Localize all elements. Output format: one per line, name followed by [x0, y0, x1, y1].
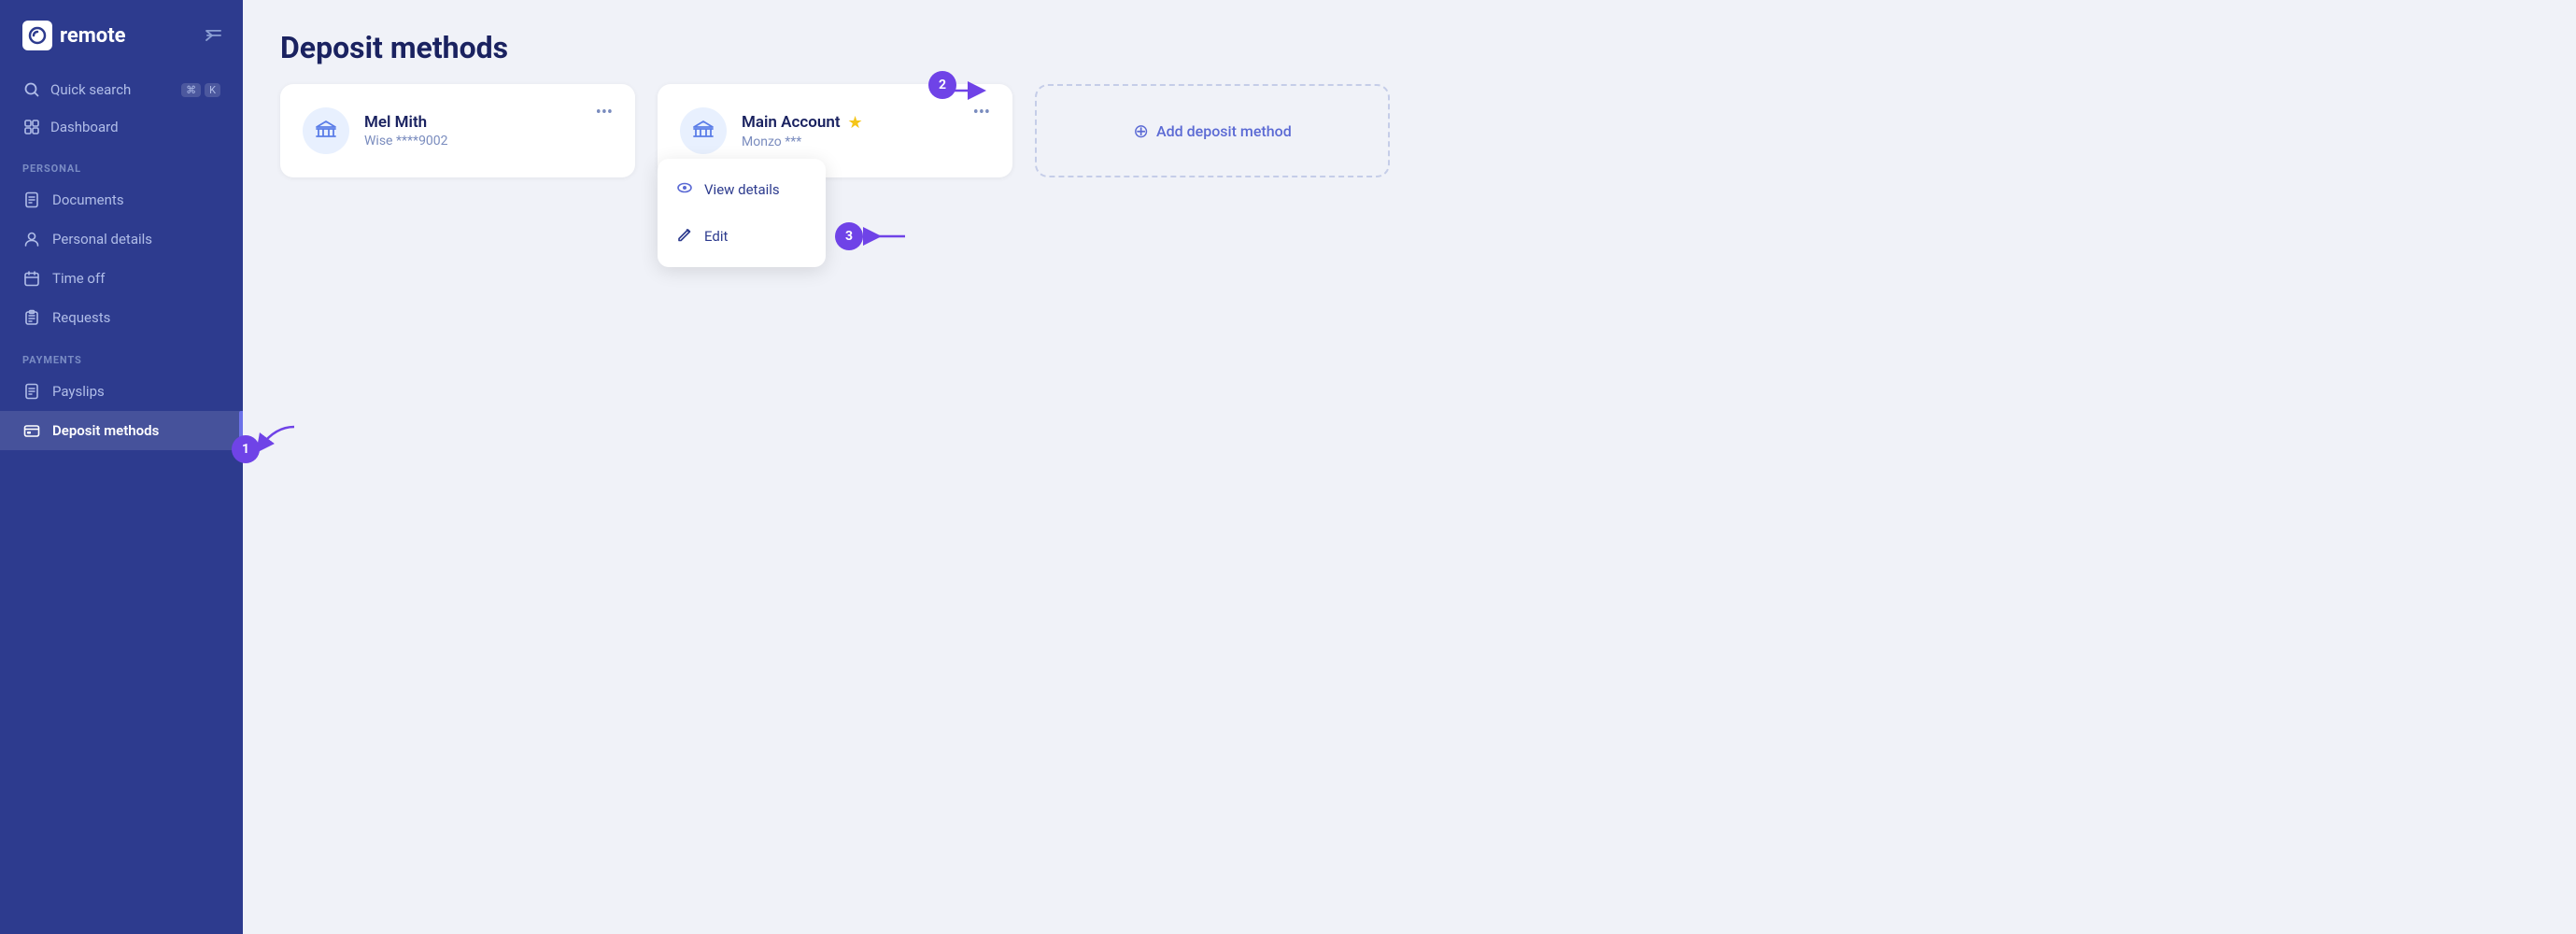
star-icon: ★: [848, 113, 863, 133]
sidebar: remote Quick search ⌘ K: [0, 0, 243, 934]
payments-section-label: PAYMENTS: [0, 337, 243, 372]
cmd-key: ⌘: [181, 83, 201, 97]
sidebar-item-payslips[interactable]: Payslips: [0, 372, 243, 411]
edit-icon: [676, 226, 693, 247]
dashboard-label: Dashboard: [50, 119, 119, 135]
sidebar-item-requests[interactable]: Requests: [0, 298, 243, 337]
add-deposit-method-card[interactable]: ⊕ Add deposit method: [1035, 84, 1390, 177]
personal-section-label: PERSONAL: [0, 146, 243, 180]
dashboard-icon: [22, 118, 41, 136]
view-details-button[interactable]: View details: [658, 166, 826, 213]
mel-mith-sub: Wise ****9002: [364, 134, 613, 149]
main-account-info: Main Account ★ Monzo ***: [742, 113, 990, 149]
collapse-sidebar-button[interactable]: [204, 25, 224, 46]
payslips-icon: [22, 382, 41, 401]
add-deposit-label: ⊕ Add deposit method: [1133, 120, 1291, 142]
logo-label: remote: [60, 24, 126, 48]
search-shortcut: ⌘ K: [181, 83, 220, 97]
clipboard-icon: [22, 308, 41, 327]
bank-icon-mel-mith: [303, 107, 349, 154]
payslips-label: Payslips: [52, 383, 105, 400]
annotation-3-arrow: [858, 225, 914, 248]
time-off-label: Time off: [52, 270, 105, 287]
app-logo: remote: [22, 21, 126, 50]
main-account-more-button[interactable]: •••: [966, 99, 998, 126]
sidebar-item-personal-details[interactable]: Personal details: [0, 219, 243, 259]
deposit-card-mel-mith: Mel Mith Wise ****9002 •••: [280, 84, 635, 177]
annotation-1-arrow: [248, 422, 304, 460]
search-icon: [22, 80, 41, 99]
cards-area: Mel Mith Wise ****9002 ••• Main Account …: [243, 84, 2576, 177]
sidebar-item-deposit-methods[interactable]: Deposit methods 1: [0, 411, 243, 450]
sidebar-item-documents[interactable]: Documents: [0, 180, 243, 219]
deposit-dropdown-menu: View details Edit 3: [658, 159, 826, 267]
person-icon: [22, 230, 41, 248]
mel-mith-more-button[interactable]: •••: [588, 99, 620, 126]
calendar-icon: [22, 269, 41, 288]
bank-icon-main-account: [680, 107, 727, 154]
main-account-card-wrap: Main Account ★ Monzo *** ••• 2: [658, 84, 1012, 177]
sidebar-logo-area: remote: [0, 0, 243, 71]
edit-button[interactable]: Edit 3: [658, 213, 826, 260]
view-details-label: View details: [704, 181, 780, 198]
quick-search-label: Quick search: [50, 81, 131, 98]
page-title: Deposit methods: [280, 30, 2539, 65]
requests-label: Requests: [52, 309, 110, 326]
main-account-sub: Monzo ***: [742, 134, 990, 149]
documents-label: Documents: [52, 191, 124, 208]
documents-icon: [22, 191, 41, 209]
page-header: Deposit methods: [243, 0, 2576, 84]
eye-icon: [676, 179, 693, 200]
edit-label: Edit: [704, 228, 728, 245]
mel-mith-name: Mel Mith: [364, 113, 613, 132]
main-content: Deposit methods Mel Mith Wise ****9002 •…: [243, 0, 2576, 934]
sidebar-item-time-off[interactable]: Time off: [0, 259, 243, 298]
logo-icon: [22, 21, 52, 50]
k-key: K: [205, 83, 220, 97]
deposit-methods-icon: [22, 421, 41, 440]
plus-circle-icon: ⊕: [1133, 120, 1149, 142]
personal-details-label: Personal details: [52, 231, 152, 248]
sidebar-item-dashboard[interactable]: Dashboard: [0, 108, 243, 146]
main-account-name: Main Account: [742, 113, 841, 132]
deposit-methods-label: Deposit methods: [52, 422, 159, 439]
quick-search-button[interactable]: Quick search ⌘ K: [0, 71, 243, 108]
annotation-2: 2: [928, 71, 956, 99]
annotation-3: 3: [835, 222, 863, 250]
mel-mith-info: Mel Mith Wise ****9002: [364, 113, 613, 149]
